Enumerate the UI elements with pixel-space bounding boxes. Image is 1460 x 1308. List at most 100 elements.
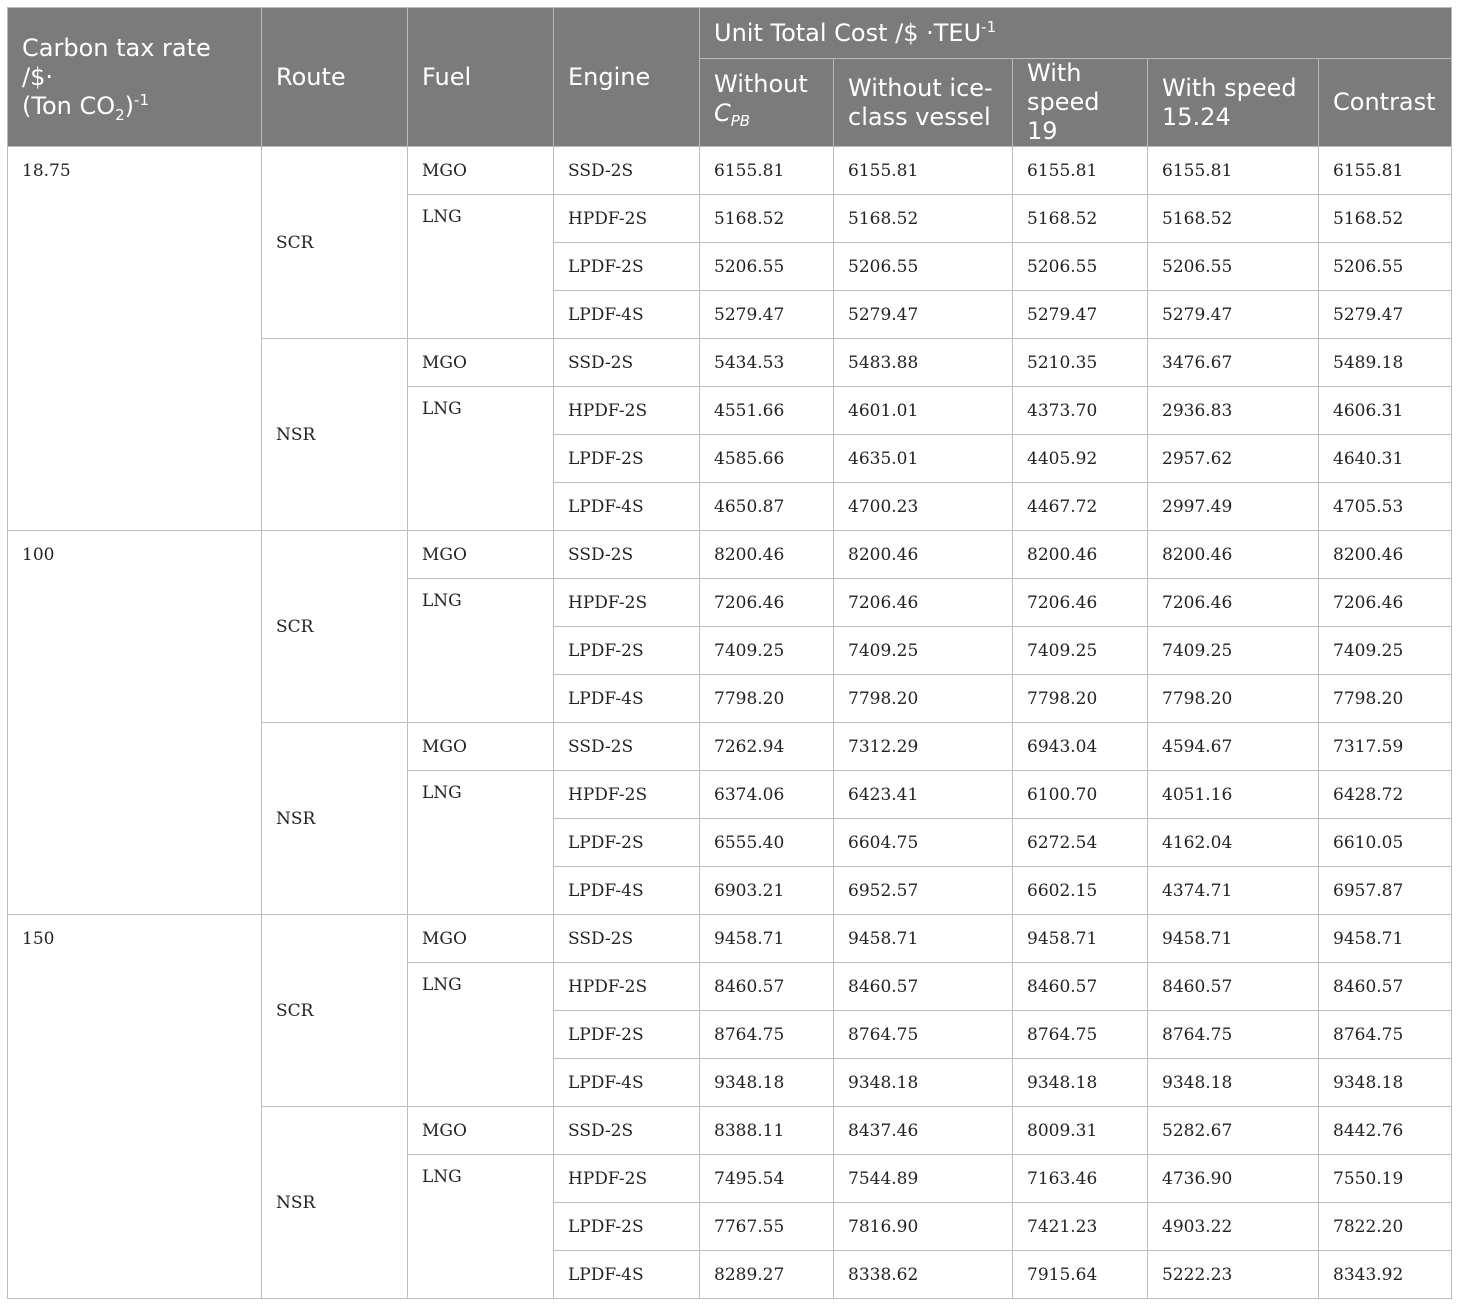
route-cell: NSR xyxy=(261,338,408,531)
engine-cell: HPDF-2S xyxy=(553,1154,700,1203)
value-cell: 5279.47 xyxy=(833,290,1013,339)
col-speed-19: With speed 19 xyxy=(1012,58,1148,147)
engine-cell: HPDF-2S xyxy=(553,962,700,1011)
value-cell: 5489.18 xyxy=(1317,338,1453,387)
value-cell: 8764.75 xyxy=(1147,1010,1319,1059)
value-cell: 5279.47 xyxy=(1012,290,1148,339)
value-cell: 6943.04 xyxy=(1012,722,1148,771)
value-cell: 3476.67 xyxy=(1147,338,1319,387)
value-cell: 7798.20 xyxy=(1012,674,1148,723)
value-cell: 5168.52 xyxy=(1317,194,1453,243)
value-cell: 4700.23 xyxy=(833,482,1013,531)
value-cell: 8764.75 xyxy=(833,1010,1013,1059)
value-cell: 5168.52 xyxy=(1012,194,1148,243)
value-cell: 4467.72 xyxy=(1012,482,1148,531)
engine-cell: SSD-2S xyxy=(553,338,700,387)
value-cell: 8460.57 xyxy=(1317,962,1453,1011)
value-cell: 7206.46 xyxy=(1147,578,1319,627)
col-without-label: Without xyxy=(714,69,808,98)
value-cell: 8009.31 xyxy=(1012,1106,1148,1155)
unit-cost-table: Carbon tax rate /$· (Ton CO2)-1 Route Fu… xyxy=(7,7,1453,1299)
value-cell: 2957.62 xyxy=(1147,434,1319,483)
carbon-tax-unit-post: ) xyxy=(124,91,135,120)
value-cell: 6155.81 xyxy=(1317,146,1453,195)
value-cell: 8200.46 xyxy=(1317,530,1453,579)
value-cell: 5168.52 xyxy=(833,194,1013,243)
value-cell: 7915.64 xyxy=(1012,1250,1148,1299)
engine-cell: SSD-2S xyxy=(553,914,700,963)
value-cell: 2936.83 xyxy=(1147,386,1319,435)
value-cell: 7798.20 xyxy=(1147,674,1319,723)
value-cell: 6952.57 xyxy=(833,866,1013,915)
value-cell: 4736.90 xyxy=(1147,1154,1319,1203)
value-cell: 7798.20 xyxy=(699,674,834,723)
engine-cell: SSD-2S xyxy=(553,146,700,195)
fuel-cell: LNG xyxy=(407,578,554,723)
value-cell: 7206.46 xyxy=(1317,578,1453,627)
value-cell: 5279.47 xyxy=(1317,290,1453,339)
value-cell: 9348.18 xyxy=(833,1058,1013,1107)
value-cell: 9348.18 xyxy=(1147,1058,1319,1107)
value-cell: 4650.87 xyxy=(699,482,834,531)
value-cell: 7206.46 xyxy=(699,578,834,627)
value-cell: 5206.55 xyxy=(833,242,1013,291)
table-header: Carbon tax rate /$· (Ton CO2)-1 Route Fu… xyxy=(7,7,1453,147)
value-cell: 4551.66 xyxy=(699,386,834,435)
value-cell: 9458.71 xyxy=(1317,914,1453,963)
carbon-tax-rate-cell: 18.75 xyxy=(7,146,262,531)
value-cell: 5222.23 xyxy=(1147,1250,1319,1299)
value-cell: 7767.55 xyxy=(699,1202,834,1251)
fuel-cell: MGO xyxy=(407,914,554,963)
value-cell: 6155.81 xyxy=(1012,146,1148,195)
engine-cell: SSD-2S xyxy=(553,530,700,579)
table-row: 18.75 SCR MGO SSD-2S 6155.81 6155.81 6155.81 61… xyxy=(7,146,1453,531)
engine-cell: LPDF-2S xyxy=(553,626,700,675)
value-cell: 2997.49 xyxy=(1147,482,1319,531)
value-cell: 8388.11 xyxy=(699,1106,834,1155)
fuel-cell: LNG xyxy=(407,962,554,1107)
col-without-cpb: Without CPB xyxy=(699,58,834,147)
value-cell: 6428.72 xyxy=(1317,770,1453,819)
value-cell: 7798.20 xyxy=(1317,674,1453,723)
value-cell: 5168.52 xyxy=(699,194,834,243)
value-cell: 6602.15 xyxy=(1012,866,1148,915)
value-cell: 6604.75 xyxy=(833,818,1013,867)
col-without-iceclass: Without ice-class vessel xyxy=(833,58,1013,147)
value-cell: 7495.54 xyxy=(699,1154,834,1203)
engine-cell: LPDF-4S xyxy=(553,290,700,339)
fuel-header: Fuel xyxy=(407,7,554,147)
value-cell: 8460.57 xyxy=(699,962,834,1011)
fuel-cell: MGO xyxy=(407,1106,554,1155)
engine-cell: LPDF-4S xyxy=(553,1058,700,1107)
value-cell: 7312.29 xyxy=(833,722,1013,771)
engine-cell: LPDF-2S xyxy=(553,434,700,483)
col-cpb-main: C xyxy=(714,98,731,127)
value-cell: 6155.81 xyxy=(1147,146,1319,195)
value-cell: 6555.40 xyxy=(699,818,834,867)
value-cell: 7544.89 xyxy=(833,1154,1013,1203)
route-cell: SCR xyxy=(261,530,408,723)
value-cell: 9458.71 xyxy=(699,914,834,963)
engine-cell: LPDF-4S xyxy=(553,1250,700,1299)
engine-cell: HPDF-2S xyxy=(553,386,700,435)
value-cell: 4606.31 xyxy=(1317,386,1453,435)
value-cell: 9458.71 xyxy=(1147,914,1319,963)
value-cell: 5279.47 xyxy=(699,290,834,339)
engine-header: Engine xyxy=(553,7,700,147)
carbon-tax-rate-cell: 100 xyxy=(7,530,262,915)
value-cell: 9348.18 xyxy=(1012,1058,1148,1107)
engine-cell: HPDF-2S xyxy=(553,194,700,243)
value-cell: 4903.22 xyxy=(1147,1202,1319,1251)
value-cell: 8200.46 xyxy=(833,530,1013,579)
value-cell: 4705.53 xyxy=(1317,482,1453,531)
value-cell: 6155.81 xyxy=(833,146,1013,195)
value-cell: 5206.55 xyxy=(699,242,834,291)
route-cell: SCR xyxy=(261,146,408,339)
value-cell: 7262.94 xyxy=(699,722,834,771)
value-cell: 6610.05 xyxy=(1317,818,1453,867)
value-cell: 6374.06 xyxy=(699,770,834,819)
value-cell: 8338.62 xyxy=(833,1250,1013,1299)
value-cell: 7822.20 xyxy=(1317,1202,1453,1251)
value-cell: 9348.18 xyxy=(1317,1058,1453,1107)
value-cell: 7206.46 xyxy=(833,578,1013,627)
